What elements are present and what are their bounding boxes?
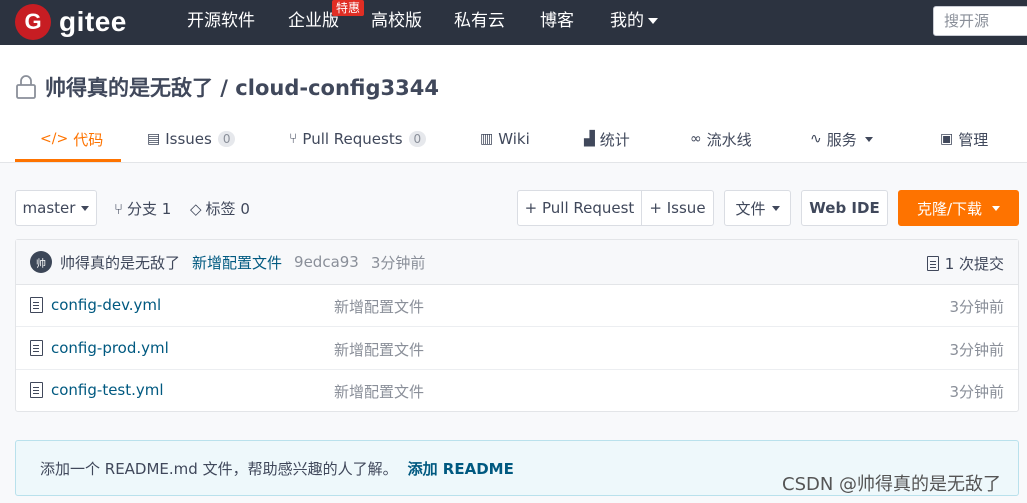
nav-mine-label: 我的 — [610, 11, 644, 31]
tab-wiki-label: Wiki — [498, 130, 530, 148]
file-list: 帅 帅得真的是无敌了 新增配置文件 9edca93 3分钟前 1 次提交 con… — [15, 239, 1019, 412]
add-readme-link[interactable]: 添加 README — [408, 458, 514, 479]
tag-icon: ◇ — [190, 199, 202, 218]
file-commit-message[interactable]: 新增配置文件 — [334, 381, 424, 402]
file-row[interactable]: config-prod.yml 新增配置文件 3分钟前 — [16, 328, 1018, 370]
promo-badge: 特惠 — [332, 0, 365, 16]
chevron-down-icon — [864, 136, 873, 142]
commits-count: 1 次提交 — [944, 255, 1004, 273]
pipeline-icon: ∞ — [690, 131, 702, 147]
file-icon — [30, 382, 43, 398]
commit-time: 3分钟前 — [370, 253, 426, 272]
file-commit-message[interactable]: 新增配置文件 — [334, 339, 424, 360]
commit-hash[interactable]: 9edca93 — [294, 253, 359, 271]
gitee-logo[interactable]: G gitee — [15, 3, 127, 41]
chevron-down-icon — [992, 205, 1001, 211]
lock-icon — [16, 75, 36, 99]
tab-code[interactable]: </> 代码 — [40, 115, 103, 163]
code-icon: </> — [40, 131, 69, 147]
nav-blog[interactable]: 博客 — [540, 10, 574, 32]
tab-stats-label: 统计 — [599, 130, 630, 149]
web-ide-button[interactable]: Web IDE — [801, 190, 888, 226]
new-issue-button[interactable]: + Issue — [641, 190, 714, 226]
file-name-label: config-test.yml — [51, 381, 164, 399]
file-time: 3分钟前 — [949, 298, 1004, 316]
repo-tabs: </> 代码 ▤ Issues 0 ⑂ Pull Requests 0 ▥ Wi… — [0, 115, 1027, 163]
wiki-icon: ▥ — [480, 131, 494, 147]
issues-icon: ▤ — [147, 131, 161, 147]
chevron-down-icon — [771, 205, 780, 211]
pull-request-icon: ⑂ — [289, 131, 298, 147]
tab-pipeline[interactable]: ∞ 流水线 — [690, 115, 752, 163]
tab-manage[interactable]: ▣ 管理 — [940, 115, 988, 163]
nav-mine[interactable]: 我的 — [610, 10, 658, 32]
issues-count: 0 — [217, 131, 236, 147]
brand-name: gitee — [59, 6, 127, 37]
file-name[interactable]: config-dev.yml — [30, 296, 161, 314]
search-input[interactable]: 搜开源 — [933, 6, 1027, 36]
tab-code-label: 代码 — [73, 130, 104, 149]
file-name[interactable]: config-prod.yml — [30, 339, 169, 357]
tab-pull-requests-label: Pull Requests — [302, 130, 403, 148]
tab-service-label: 服务 — [826, 130, 857, 149]
tags-label: 标签 0 — [205, 200, 250, 218]
watermark: CSDN @帅得真的是无敌了 — [782, 474, 1002, 495]
manage-icon: ▣ — [940, 131, 954, 147]
commit-message[interactable]: 新增配置文件 — [192, 252, 282, 273]
nav-open-source[interactable]: 开源软件 — [187, 10, 255, 32]
chevron-down-icon — [81, 205, 90, 211]
avatar[interactable]: 帅 — [30, 251, 52, 273]
repo-name[interactable]: 帅得真的是无敌了 / cloud-config3344 — [45, 72, 439, 102]
file-icon — [30, 297, 43, 313]
clone-download-button[interactable]: 克隆/下载 — [898, 190, 1019, 226]
file-menu-label: 文件 — [735, 199, 766, 218]
tab-issues-label: Issues — [165, 130, 212, 148]
tab-pull-requests[interactable]: ⑂ Pull Requests 0 — [289, 115, 427, 163]
branch-select[interactable]: master — [15, 190, 97, 226]
repo-title: 帅得真的是无敌了 / cloud-config3344 — [15, 72, 439, 102]
tab-pipeline-label: 流水线 — [706, 130, 752, 149]
commits-link[interactable]: 1 次提交 — [926, 253, 1004, 274]
pull-requests-count: 0 — [408, 131, 427, 147]
file-name-label: config-prod.yml — [51, 339, 169, 357]
chevron-down-icon — [648, 18, 658, 24]
stats-icon: ▟ — [584, 131, 595, 147]
readme-hint: 添加一个 README.md 文件，帮助感兴趣的人了解。 — [40, 459, 398, 478]
file-name[interactable]: config-test.yml — [30, 381, 164, 399]
file-icon — [30, 340, 43, 356]
file-menu-button[interactable]: 文件 — [724, 190, 791, 226]
file-row[interactable]: config-test.yml 新增配置文件 3分钟前 — [16, 370, 1018, 412]
clone-download-label: 克隆/下载 — [916, 199, 983, 218]
tab-wiki[interactable]: ▥ Wiki — [480, 115, 530, 163]
active-tab-indicator — [15, 159, 121, 162]
file-name-label: config-dev.yml — [51, 296, 162, 314]
gitee-logo-icon: G — [15, 4, 51, 40]
file-row[interactable]: config-dev.yml 新增配置文件 3分钟前 — [16, 285, 1018, 327]
tab-stats[interactable]: ▟ 统计 — [584, 115, 630, 163]
commit-author[interactable]: 帅得真的是无敌了 — [60, 252, 180, 273]
branch-icon: ⑂ — [114, 199, 124, 218]
tags-link[interactable]: ◇ 标签 0 — [190, 198, 250, 219]
commit-history-icon — [926, 256, 939, 271]
tab-manage-label: 管理 — [958, 130, 989, 149]
branches-link[interactable]: ⑂ 分支 1 — [114, 198, 171, 219]
file-commit-message[interactable]: 新增配置文件 — [334, 296, 424, 317]
file-time: 3分钟前 — [949, 341, 1004, 359]
latest-commit: 帅 帅得真的是无敌了 新增配置文件 9edca93 3分钟前 1 次提交 — [16, 240, 1018, 285]
new-pull-request-button[interactable]: + Pull Request — [517, 190, 642, 226]
top-nav: G gitee 开源软件 企业版 特惠 高校版 私有云 博客 我的 搜开源 — [0, 0, 1027, 45]
file-time: 3分钟前 — [949, 383, 1004, 401]
branch-select-label: master — [22, 199, 76, 217]
nav-private-cloud[interactable]: 私有云 — [454, 10, 505, 32]
tab-service[interactable]: ∿ 服务 — [810, 115, 873, 163]
tab-issues[interactable]: ▤ Issues 0 — [147, 115, 236, 163]
service-icon: ∿ — [810, 131, 822, 147]
branches-label: 分支 1 — [127, 200, 172, 218]
nav-university[interactable]: 高校版 — [371, 10, 422, 32]
